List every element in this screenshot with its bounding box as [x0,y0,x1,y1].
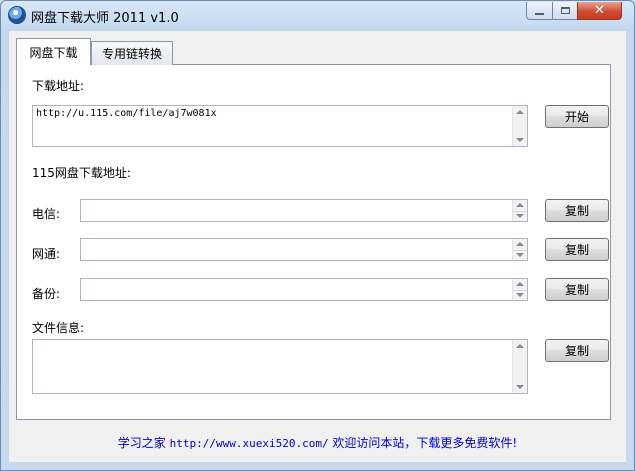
telecom-url-field[interactable] [80,199,528,222]
copy-file-info-button[interactable]: 复制 [545,339,609,362]
footer-site-name[interactable]: 学习之家 [118,436,166,450]
scroll-up-icon[interactable] [516,344,524,348]
close-button[interactable]: ✕ [577,2,622,20]
minimize-button[interactable] [526,2,553,20]
telecom-spinner[interactable] [512,200,527,221]
copy-netcom-button[interactable]: 复制 [545,238,609,261]
footer-url-link[interactable]: http://www.xuexi520.com/ [170,437,329,450]
backup-spinner[interactable] [512,279,527,300]
netcom-label: 网通: [32,247,61,261]
spin-down-icon[interactable] [516,214,524,218]
file-info-textarea[interactable] [32,339,528,394]
spin-up-icon[interactable] [516,282,524,286]
tab-link-conversion[interactable]: 专用链转换 [91,41,173,65]
netcom-spinner[interactable] [512,239,527,260]
scroll-up-icon[interactable] [516,110,524,114]
client-area: 网盘下载 专用链转换 下载地址: http://u.115.com/file/a… [9,31,626,462]
title-bar[interactable]: 网盘下载大师 2011 v1.0 ✕ [1,1,634,31]
url-scrollbar[interactable] [512,106,527,146]
download-address-label: 下载地址: [32,79,85,93]
footer-message: 欢迎访问本站，下载更多免费软件! [332,436,518,450]
backup-url-field[interactable] [80,278,528,301]
spin-up-icon[interactable] [516,203,524,207]
telecom-label: 电信: [32,207,61,221]
minimize-icon [535,12,544,15]
maximize-icon [560,7,570,14]
scroll-down-icon[interactable] [516,138,524,142]
section-115-label: 115网盘下载地址: [32,166,131,180]
spin-down-icon[interactable] [516,253,524,257]
backup-label: 备份: [32,287,61,301]
start-button[interactable]: 开始 [545,105,609,128]
copy-telecom-button[interactable]: 复制 [545,199,609,222]
window-title: 网盘下载大师 2011 v1.0 [31,11,179,26]
download-url-value: http://u.115.com/file/aj7w081x [36,108,217,119]
footer-banner: 学习之家 http://www.xuexi520.com/ 欢迎访问本站，下载更… [9,434,626,451]
main-window: 网盘下载大师 2011 v1.0 ✕ 网盘下载 专用链转换 下载地址: http… [0,0,635,471]
copy-backup-button[interactable]: 复制 [545,278,609,301]
maximize-button[interactable] [552,2,578,20]
scroll-down-icon[interactable] [516,385,524,389]
download-url-input[interactable]: http://u.115.com/file/aj7w081x [32,105,528,147]
spin-up-icon[interactable] [516,242,524,246]
close-icon: ✕ [594,3,605,18]
tab-panel: 下载地址: http://u.115.com/file/aj7w081x 开始 … [16,64,611,420]
file-info-label: 文件信息: [32,321,85,335]
tab-net-disk-download[interactable]: 网盘下载 [16,38,91,65]
app-globe-icon[interactable] [9,7,25,23]
netcom-url-field[interactable] [80,238,528,261]
file-info-scrollbar[interactable] [512,340,527,393]
spin-down-icon[interactable] [516,293,524,297]
